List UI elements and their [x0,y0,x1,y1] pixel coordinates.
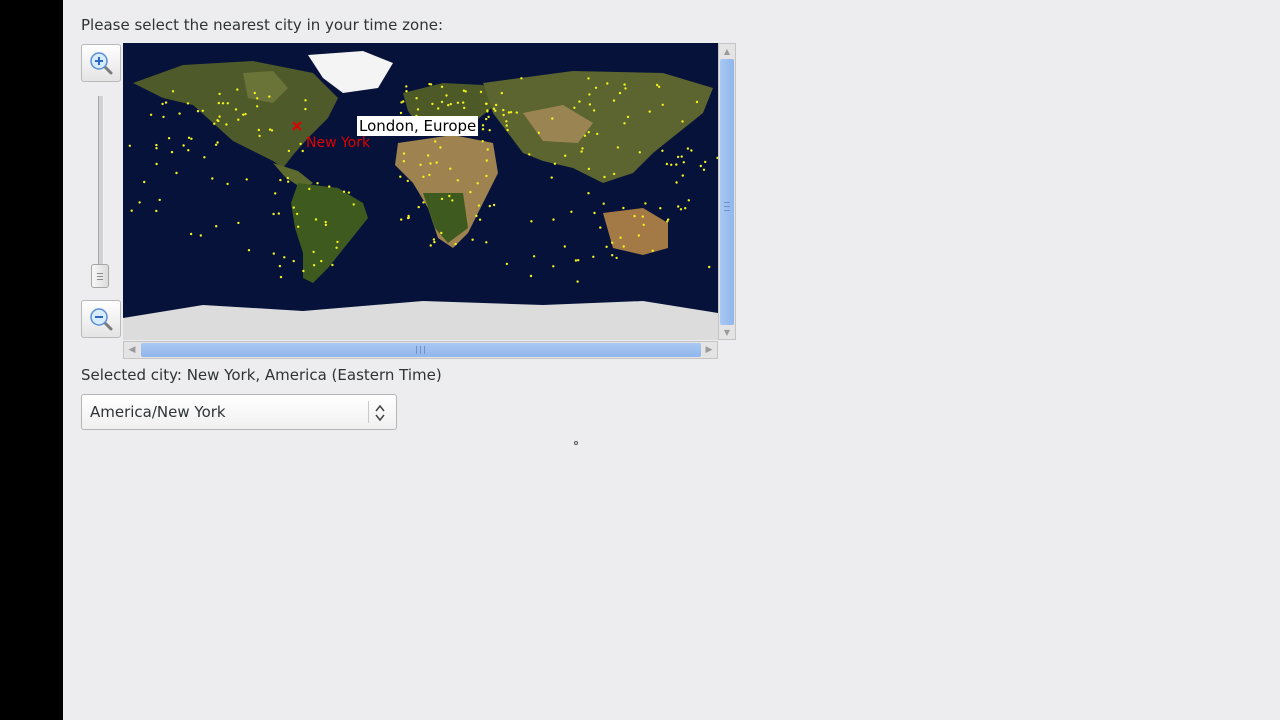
up-down-arrows-icon [375,404,385,422]
timezone-prompt-label: Please select the nearest city in your t… [81,16,443,34]
horizontal-scroll-thumb[interactable] [141,343,701,357]
vertical-scroll-thumb[interactable] [720,59,734,325]
select-divider [368,401,369,423]
zoom-out-icon [90,308,113,331]
map-horizontal-scrollbar[interactable]: ◀ ▶ [123,341,718,359]
timezone-select-value: America/New York [90,403,226,421]
grip-icon [724,202,730,211]
selected-city-map-label: New York [306,135,371,151]
world-map[interactable] [123,43,718,340]
grip-icon [416,346,425,354]
scroll-down-arrow-icon[interactable]: ▼ [719,325,735,339]
zoom-slider-handle[interactable] [91,264,109,288]
zoom-in-button[interactable] [81,44,121,82]
mouse-cursor [574,441,578,445]
left-black-strip [0,0,63,720]
scroll-right-arrow-icon[interactable]: ▶ [701,342,717,358]
scroll-left-arrow-icon[interactable]: ◀ [124,342,140,358]
map-vertical-scrollbar[interactable]: ▲ ▼ [718,43,736,340]
world-map-image [123,43,718,340]
zoom-slider-track[interactable] [98,96,104,266]
zoom-in-icon [90,52,113,75]
timezone-select[interactable]: America/New York [81,394,397,430]
selected-city-label: Selected city: New York, America (Easter… [81,366,442,384]
hover-city-tooltip: London, Europe [357,116,479,136]
scroll-up-arrow-icon[interactable]: ▲ [719,44,735,58]
zoom-out-button[interactable] [81,300,121,338]
